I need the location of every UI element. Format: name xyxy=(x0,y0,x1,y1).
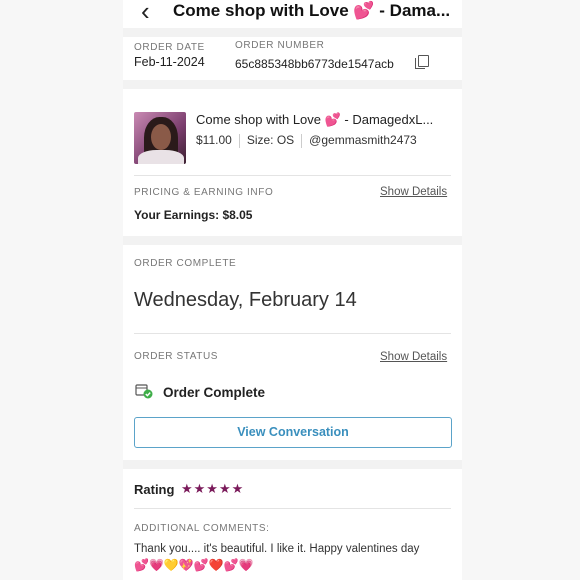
order-date-value: Feb-11-2024 xyxy=(134,55,205,69)
listing-thumbnail[interactable] xyxy=(134,112,186,164)
listing-title[interactable]: Come shop with Love 💕 - DamagedxL... xyxy=(196,112,433,128)
meta-divider xyxy=(238,133,240,148)
header: ‹ Come shop with Love 💕 - Dama... xyxy=(123,0,462,28)
left-background xyxy=(0,0,123,580)
listing-price: $11.00 xyxy=(196,133,232,147)
comment-text: Thank you.... it's beautiful. I like it.… xyxy=(134,543,420,555)
order-number-label: ORDER NUMBER xyxy=(235,40,325,51)
divider xyxy=(123,236,462,245)
chevron-left-icon[interactable]: ‹ xyxy=(141,0,150,24)
divider xyxy=(123,460,462,469)
page-title: Come shop with Love 💕 - Dama... xyxy=(173,1,451,20)
thumbnail-shirt xyxy=(138,150,184,164)
earnings-text: Your Earnings: $8.05 xyxy=(134,208,253,222)
comments-label: ADDITIONAL COMMENTS: xyxy=(134,523,270,534)
pricing-label: PRICING & EARNING INFO xyxy=(134,187,274,198)
copy-icon[interactable] xyxy=(415,55,429,69)
order-complete-label: ORDER COMPLETE xyxy=(134,258,237,269)
pricing-show-details-link[interactable]: Show Details xyxy=(380,186,447,198)
seller-username[interactable]: @gemmasmith2473 xyxy=(309,133,417,147)
order-status-label: ORDER STATUS xyxy=(134,351,219,362)
divider xyxy=(134,333,451,334)
status-text: Order Complete xyxy=(163,385,266,400)
divider xyxy=(123,80,462,89)
view-conversation-button[interactable]: View Conversation xyxy=(134,417,452,448)
rating-label: Rating xyxy=(134,482,175,497)
status-show-details-link[interactable]: Show Details xyxy=(380,351,447,363)
divider xyxy=(123,28,462,37)
meta-divider xyxy=(301,133,303,148)
divider xyxy=(134,508,451,509)
thumbnail-face xyxy=(151,124,171,150)
right-background xyxy=(462,0,580,580)
completion-date: Wednesday, February 14 xyxy=(134,289,357,311)
rating-stars: ★★★★★ xyxy=(181,481,245,496)
order-number-value: 65c885348bb6773de1547acb xyxy=(235,57,394,71)
divider xyxy=(134,175,451,176)
listing-size: Size: OS xyxy=(246,133,295,147)
order-date-label: ORDER DATE xyxy=(134,42,205,53)
comment-emojis: 💕💗💛💖💕❤️💕💗 xyxy=(134,558,254,572)
listing-meta: $11.00 Size: OS @gemmasmith2473 xyxy=(196,133,417,148)
order-detail-screen: ‹ Come shop with Love 💕 - Dama... ORDER … xyxy=(123,0,462,580)
package-check-icon xyxy=(135,384,153,399)
